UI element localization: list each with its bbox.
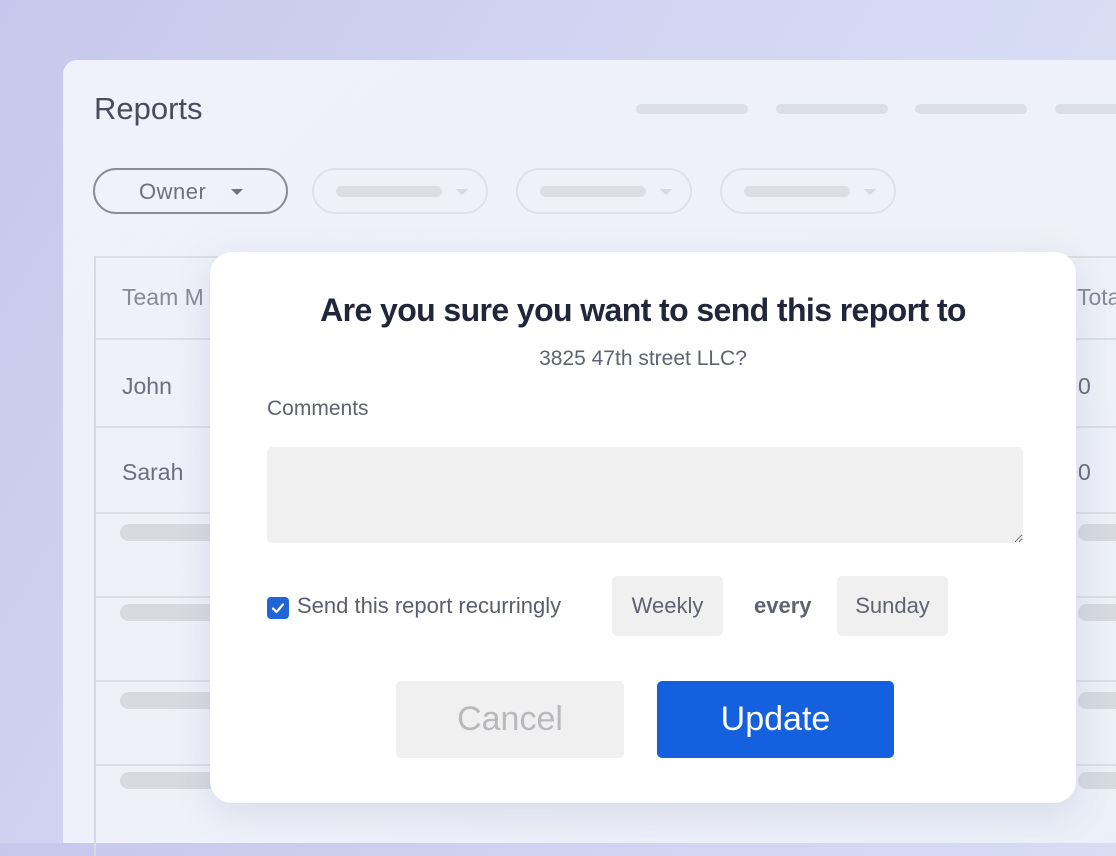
table-cell-total: 0 [1078, 459, 1091, 485]
filter-dropdown-3[interactable] [516, 168, 692, 214]
owner-filter-dropdown[interactable]: Owner [93, 168, 288, 214]
table-row-placeholder [1078, 524, 1116, 541]
owner-filter-label: Owner [139, 179, 207, 204]
comments-textarea[interactable] [267, 447, 1023, 543]
comments-label: Comments [267, 397, 369, 420]
filter-dropdown-2[interactable] [312, 168, 488, 214]
filter-placeholder-bar [336, 186, 442, 197]
caret-down-icon [864, 189, 876, 195]
update-button[interactable]: Update [657, 681, 894, 758]
table-row-placeholder [1078, 692, 1116, 709]
nav-placeholder-4[interactable] [1055, 104, 1116, 114]
caret-down-icon [456, 189, 468, 195]
nav-placeholder-1[interactable] [636, 104, 748, 114]
column-header-team-member[interactable]: Team M [122, 284, 204, 311]
nav-placeholder-2[interactable] [776, 104, 888, 114]
caret-down-icon [660, 189, 672, 195]
frequency-select[interactable]: Weekly [612, 576, 723, 636]
day-select[interactable]: Sunday [837, 576, 948, 636]
caret-down-icon [231, 189, 243, 195]
nav-placeholder-3[interactable] [915, 104, 1027, 114]
dialog-title: Are you sure you want to send this repor… [320, 292, 966, 328]
table-row-placeholder [1078, 604, 1116, 621]
dialog-recipient: 3825 47th street LLC? [539, 347, 747, 370]
table-cell-name: Sarah [122, 459, 184, 485]
column-header-total[interactable]: Tota [1077, 284, 1116, 311]
filter-placeholder-bar [540, 186, 646, 197]
page-title: Reports [94, 91, 203, 126]
filter-placeholder-bar [744, 186, 850, 197]
table-row-placeholder [1078, 772, 1116, 789]
send-report-dialog: Are you sure you want to send this repor… [210, 252, 1076, 803]
cancel-button[interactable]: Cancel [396, 681, 624, 758]
recurring-checkbox[interactable] [267, 597, 289, 619]
checkmark-icon [271, 603, 285, 614]
filter-dropdown-4[interactable] [720, 168, 896, 214]
table-cell-name: John [122, 373, 172, 399]
recurring-label[interactable]: Send this report recurringly [297, 593, 561, 619]
every-label: every [754, 593, 812, 618]
table-cell-total: 0 [1078, 373, 1091, 399]
